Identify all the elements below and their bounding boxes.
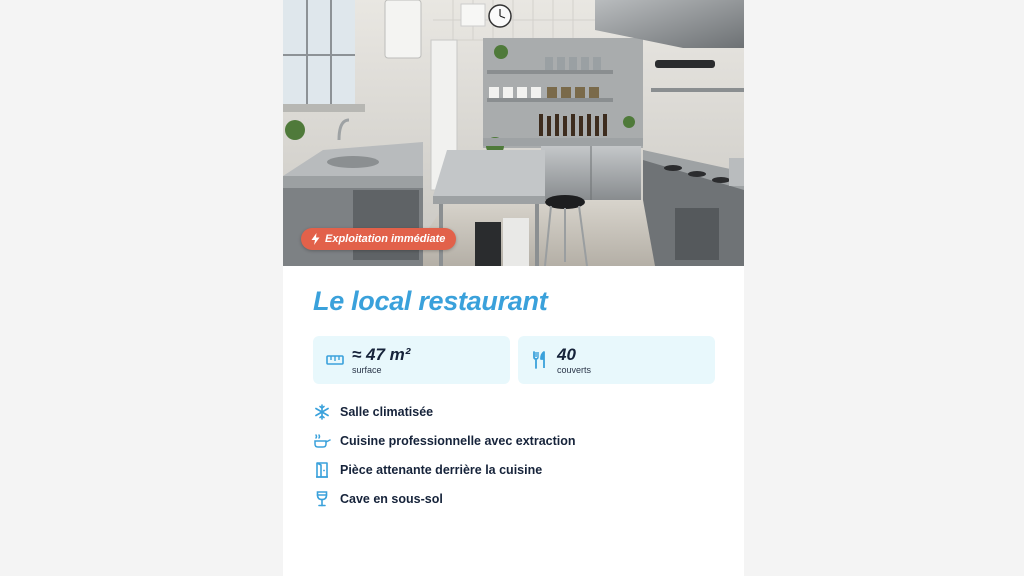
lightning-icon (311, 233, 320, 245)
stat-surface-value: ≈ 47 m² (352, 344, 411, 364)
feature-label: Cuisine professionnelle avec extraction (340, 433, 576, 448)
list-item: Pièce attenante derrière la cuisine (313, 455, 576, 484)
list-item: Cuisine professionnelle avec extraction (313, 426, 576, 455)
list-item: Cave en sous-sol (313, 484, 576, 513)
cooking-pot-icon (313, 432, 331, 450)
stat-covers-value: 40 (557, 344, 576, 364)
wine-glass-icon (313, 490, 331, 508)
list-item: Salle climatisée (313, 397, 576, 426)
cutlery-icon (530, 350, 550, 370)
stat-covers: 40 couverts (518, 336, 715, 384)
features-list: Salle climatisée Cuisine professionnelle… (313, 397, 576, 513)
feature-label: Salle climatisée (340, 404, 434, 419)
stat-surface-label: surface (352, 364, 382, 375)
ruler-icon (325, 350, 345, 370)
page-title: Le local restaurant (313, 286, 548, 316)
listing-card: Exploitation immédiate Le local restaura… (283, 0, 744, 576)
status-badge: Exploitation immédiate (301, 228, 457, 250)
status-badge-label: Exploitation immédiate (325, 233, 446, 245)
stat-covers-label: couverts (557, 364, 592, 375)
door-icon (313, 461, 331, 479)
stat-surface: ≈ 47 m² surface (313, 336, 510, 384)
feature-label: Pièce attenante derrière la cuisine (340, 462, 543, 477)
snowflake-icon (313, 403, 331, 421)
feature-label: Cave en sous-sol (340, 491, 443, 506)
stats-row: ≈ 47 m² surface 40 couverts (313, 336, 715, 384)
kitchen-photo: Exploitation immédiate (283, 0, 744, 266)
